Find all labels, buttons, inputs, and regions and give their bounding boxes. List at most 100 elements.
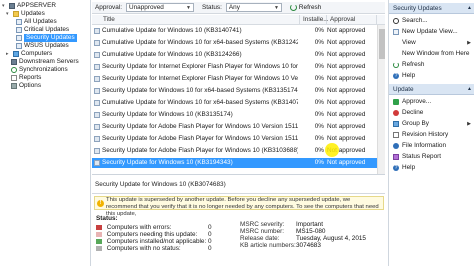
update-icon <box>94 28 100 34</box>
table-row[interactable]: Security Update for Internet Explorer Fl… <box>92 74 377 84</box>
action-label: View <box>402 39 416 46</box>
tree-item-computers[interactable]: ▸ Computers <box>6 50 52 58</box>
tree-item-synchronizations[interactable]: Synchronizations <box>11 66 68 74</box>
installed-percent: 0% <box>314 147 324 154</box>
file-info-icon <box>393 143 399 149</box>
table-row[interactable]: Cumulative Update for Windows 10 for x64… <box>92 38 377 48</box>
action-label: Help <box>402 72 416 79</box>
update-icon <box>94 112 100 118</box>
table-row[interactable]: Security Update for Adobe Flash Player f… <box>92 122 377 132</box>
action-new-window[interactable]: New Window from Here <box>389 49 474 59</box>
blank-icon <box>393 40 399 46</box>
action-label: Approve... <box>402 98 432 105</box>
collapse-icon[interactable]: ▾ <box>6 10 11 18</box>
navigation-tree: ▾ APPSERVER ▾ Updates All Updates Critic… <box>0 0 91 266</box>
action-new-update-view[interactable]: New Update View... <box>389 27 474 37</box>
group-icon <box>393 121 399 127</box>
refresh-button[interactable]: Refresh <box>289 4 322 11</box>
action-decline[interactable]: Decline <box>389 108 474 118</box>
table-row[interactable]: Cumulative Update for Windows 10 (KB3124… <box>92 50 377 60</box>
action-search[interactable]: Search... <box>389 16 474 26</box>
update-icon <box>94 64 100 70</box>
status-errors: Computers with errors: <box>96 224 171 231</box>
status-dropdown[interactable]: Any ▼ <box>225 3 282 12</box>
table-row-selected[interactable]: Security Update for Windows 10 (KB319434… <box>92 158 377 168</box>
table-row[interactable]: Cumulative Update for Windows 10 for x64… <box>92 98 377 108</box>
collapse-icon[interactable]: ▾ <box>2 2 7 10</box>
actions-section-header[interactable]: Update ▲ <box>389 84 474 95</box>
tree-item-security-updates[interactable]: Security Updates <box>16 34 77 42</box>
tree-item-reports[interactable]: Reports <box>11 74 41 82</box>
action-file-information[interactable]: File Information <box>389 141 474 151</box>
collapse-arrow-icon[interactable]: ▲ <box>467 84 472 95</box>
table-row[interactable]: Cumulative Update for Windows 10 (KB3140… <box>92 26 377 36</box>
update-title: Security Update for Internet Explorer Fl… <box>102 75 298 82</box>
update-icon <box>94 100 100 106</box>
updates-view-icon <box>16 35 22 41</box>
action-help-update[interactable]: ? Help <box>389 163 474 173</box>
updates-view-icon <box>16 43 22 49</box>
update-icon <box>94 160 100 166</box>
action-help[interactable]: ? Help <box>389 71 474 81</box>
collapse-arrow-icon[interactable]: ▲ <box>467 3 472 14</box>
update-details-pane: Security Update for Windows 10 (KB307468… <box>92 176 385 266</box>
tree-item-critical-updates[interactable]: Critical Updates <box>16 26 69 34</box>
tree-item-wsus-updates[interactable]: WSUS Updates <box>16 42 69 50</box>
server-icon <box>9 3 15 9</box>
approval-label: Approval: <box>95 4 122 11</box>
column-header-installed[interactable]: Installe... <box>300 15 329 25</box>
table-row[interactable]: Security Update for Windows 10 for x64-b… <box>92 86 377 96</box>
approval-dropdown[interactable]: Unapproved ▼ <box>126 3 194 12</box>
action-label: New Update View... <box>402 28 458 35</box>
status-no-status: Computers with no status: <box>96 245 181 252</box>
help-icon: ? <box>393 73 399 79</box>
action-status-report[interactable]: Status Report <box>389 152 474 162</box>
tree-item-label: WSUS Updates <box>24 42 69 49</box>
needing-swatch <box>96 231 102 237</box>
servers-icon <box>11 59 17 65</box>
tree-item-label: APPSERVER <box>17 2 56 9</box>
grid-scrollbar[interactable] <box>377 25 385 174</box>
installed-percent: 0% <box>314 27 324 34</box>
actions-section-header[interactable]: Security Updates ▲ <box>389 3 474 14</box>
tree-item-downstream-servers[interactable]: Downstream Servers <box>11 58 79 66</box>
property-key: MSRC number: <box>240 228 285 235</box>
approve-icon <box>393 99 399 105</box>
status-label: Computers needing this update: <box>106 231 198 238</box>
property-key: MSRC severity: <box>240 221 285 228</box>
action-label: File Information <box>402 142 447 149</box>
refresh-label: Refresh <box>298 4 322 11</box>
tree-item-options[interactable]: Options <box>11 82 41 90</box>
action-approve[interactable]: Approve... <box>389 97 474 107</box>
scrollbar-thumb[interactable] <box>379 29 385 59</box>
search-icon <box>393 18 399 24</box>
table-row[interactable]: Security Update for Windows 10 (KB313517… <box>92 110 377 120</box>
action-revision-history[interactable]: Revision History <box>389 130 474 140</box>
chevron-down-icon: ▼ <box>186 4 191 11</box>
update-title: Security Update for Adobe Flash Player f… <box>102 123 298 130</box>
filter-toolbar: Approval: Unapproved ▼ Status: Any ▼ Ref… <box>92 2 385 14</box>
tree-item-updates[interactable]: ▾ Updates <box>6 10 45 18</box>
installed-swatch <box>96 238 102 244</box>
tree-item-appserver[interactable]: ▾ APPSERVER <box>2 2 56 10</box>
update-title: Security Update for Windows 10 (KB319434… <box>102 159 233 166</box>
action-label: Help <box>402 164 416 171</box>
expand-icon[interactable]: ▸ <box>6 50 11 58</box>
table-row[interactable]: Security Update for Internet Explorer Fl… <box>92 62 377 72</box>
column-header-title[interactable]: Title <box>100 15 300 25</box>
tree-item-label: Options <box>19 82 42 89</box>
errors-swatch <box>96 224 102 230</box>
tree-item-label: All Updates <box>24 18 57 25</box>
revision-icon <box>393 132 399 138</box>
blank-icon <box>393 51 399 57</box>
status-needing: Computers needing this update: <box>96 231 197 238</box>
column-header-approval[interactable]: Approval <box>327 15 377 25</box>
status-value: 0 <box>208 224 212 231</box>
update-icon <box>94 52 100 58</box>
refresh-icon <box>289 4 297 11</box>
action-view[interactable]: View ▶ <box>389 38 474 48</box>
tree-item-all-updates[interactable]: All Updates <box>16 18 57 26</box>
action-refresh[interactable]: Refresh <box>389 60 474 70</box>
update-icon <box>94 124 100 130</box>
action-group-by[interactable]: Group By ▶ <box>389 119 474 129</box>
